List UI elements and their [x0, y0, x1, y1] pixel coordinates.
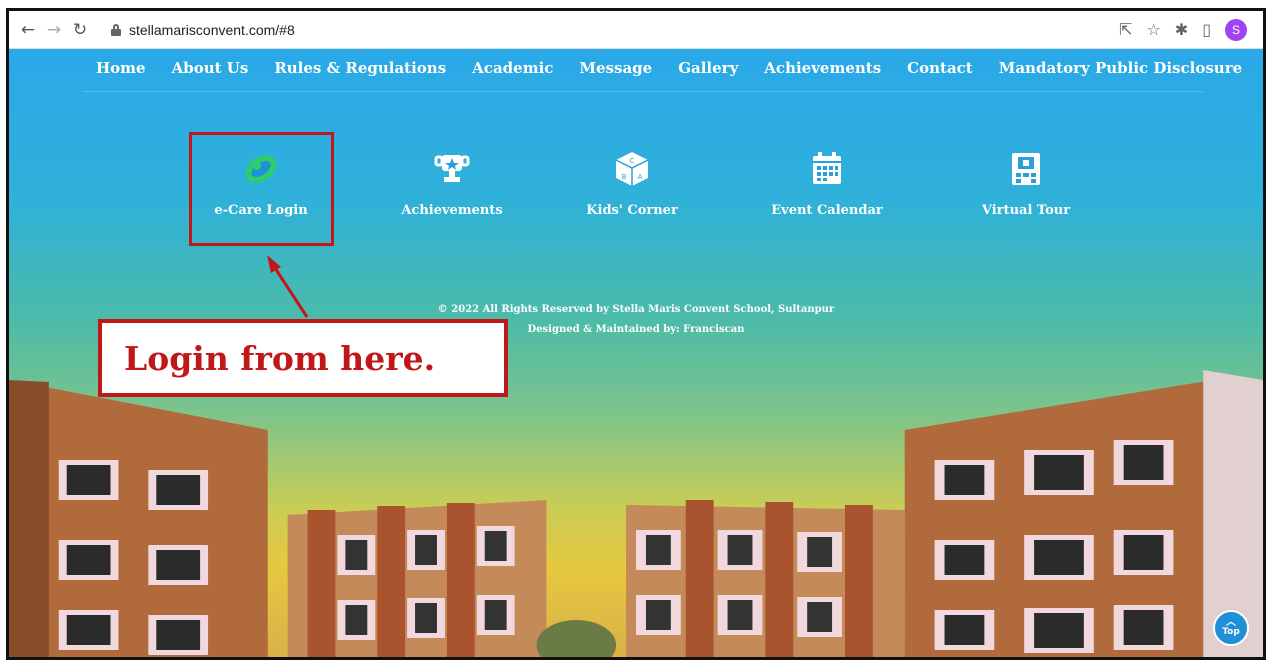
back-to-top-button[interactable]: ︿ Top: [1213, 610, 1249, 646]
reload-icon[interactable]: ↻: [67, 17, 93, 43]
nav-gallery[interactable]: Gallery: [665, 59, 751, 77]
floppy-building-icon: [1012, 153, 1040, 185]
bookmark-star-icon[interactable]: ☆: [1146, 20, 1160, 39]
nav-home[interactable]: Home: [83, 59, 159, 77]
copyright-text: © 2022 All Rights Reserved by Stella Mar…: [437, 304, 835, 315]
trophy-icon: [434, 155, 470, 182]
forward-arrow-icon[interactable]: →: [41, 17, 67, 43]
nav-divider: [83, 91, 1203, 92]
screenshot-frame: ← → ↻ stellamarisconvent.com/#8 ⇱ ☆ ✱ ▯ …: [6, 8, 1266, 660]
nav-academic[interactable]: Academic: [459, 59, 566, 77]
annotation-callout: Login from here.: [98, 319, 508, 397]
profile-avatar[interactable]: S: [1225, 18, 1247, 41]
browser-toolbar: ← → ↻ stellamarisconvent.com/#8 ⇱ ☆ ✱ ▯ …: [9, 11, 1263, 49]
chevron-up-icon: ︿: [1226, 617, 1236, 628]
url-text: stellamarisconvent.com/#8: [129, 21, 295, 38]
quick-link-kids-corner[interactable]: C B A Kids' Corner: [557, 149, 707, 218]
extensions-puzzle-icon[interactable]: ✱: [1175, 20, 1188, 39]
quick-link-label: Event Calendar: [771, 203, 883, 218]
quick-link-virtual-tour[interactable]: Virtual Tour: [951, 149, 1101, 218]
nav-contact[interactable]: Contact: [894, 59, 986, 77]
back-arrow-icon[interactable]: ←: [15, 17, 41, 43]
lock-icon: [111, 23, 121, 36]
nav-rules-regulations[interactable]: Rules & Regulations: [261, 59, 459, 77]
quick-link-label: Kids' Corner: [586, 203, 678, 218]
svg-text:C: C: [630, 157, 635, 165]
svg-text:B: B: [622, 173, 627, 181]
nav-about-us[interactable]: About Us: [159, 59, 262, 77]
share-icon[interactable]: ⇱: [1119, 20, 1132, 39]
address-bar[interactable]: stellamarisconvent.com/#8: [101, 15, 1120, 44]
nav-achievements[interactable]: Achievements: [751, 59, 894, 77]
nav-message[interactable]: Message: [566, 59, 665, 77]
quick-link-event-calendar[interactable]: Event Calendar: [752, 149, 902, 218]
calendar-icon: [813, 152, 841, 184]
svg-text:A: A: [638, 173, 643, 181]
quick-link-label: Virtual Tour: [981, 203, 1071, 218]
side-panel-icon[interactable]: ▯: [1202, 20, 1211, 39]
website-page: Home About Us Rules & Regulations Academ…: [9, 49, 1263, 657]
annotation-highlight-box: [189, 132, 334, 246]
quick-link-achievements[interactable]: Achievements: [377, 149, 527, 218]
main-navigation: Home About Us Rules & Regulations Academ…: [83, 59, 1255, 77]
callout-text: Login from here.: [124, 338, 436, 378]
nav-mandatory-public-disclosure[interactable]: Mandatory Public Disclosure: [986, 59, 1255, 77]
abc-block-icon: C B A: [615, 152, 649, 186]
top-label: Top: [1222, 627, 1240, 637]
quick-link-label: Achievements: [401, 203, 503, 218]
